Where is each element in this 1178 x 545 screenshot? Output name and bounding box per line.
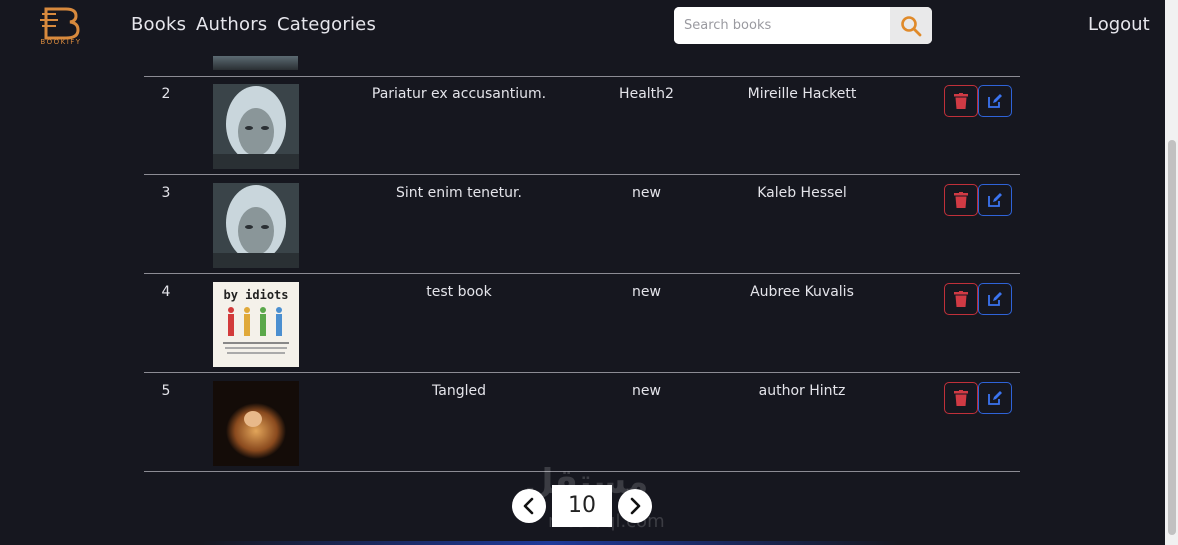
table-row: 4 by idiots test book new Aubree Kuvalis (144, 275, 1020, 373)
row-number: 4 (161, 284, 171, 300)
logout-link[interactable]: Logout (1088, 14, 1150, 35)
nav-books-link[interactable]: Books (131, 14, 186, 35)
book-category: new (632, 284, 661, 300)
book-category: new (632, 383, 661, 399)
book-title: test book (426, 284, 492, 300)
trash-icon (954, 93, 968, 109)
search-bar (674, 7, 932, 44)
book-category: Health2 (619, 86, 674, 102)
bottom-glow (200, 541, 900, 545)
chevron-right-icon (630, 497, 641, 515)
book-author[interactable]: Mireille Hackett (722, 86, 882, 102)
trash-icon (954, 390, 968, 406)
logo-b-icon (40, 7, 80, 40)
book-cover-image (213, 183, 299, 268)
book-author[interactable]: Aubree Kuvalis (722, 284, 882, 300)
book-cover-image (213, 84, 299, 169)
row-number: 3 (161, 185, 171, 201)
book-author[interactable]: author Hintz (722, 383, 882, 399)
edit-icon (988, 94, 1002, 108)
trash-icon (954, 291, 968, 307)
nav-categories-link[interactable]: Categories (277, 14, 376, 35)
delete-button[interactable] (944, 283, 978, 315)
search-icon (901, 15, 922, 36)
book-title: Sint enim tenetur. (396, 185, 522, 201)
bookify-logo[interactable]: BOOKIFY (36, 6, 86, 48)
pagination: 10 (512, 485, 652, 529)
previous-page-button[interactable] (512, 489, 546, 523)
row-number: 5 (161, 383, 171, 399)
table-row: 5 Tangled new author Hintz (144, 374, 1020, 472)
table-row: 3 Sint enim tenetur. new Kaleb Hessel (144, 176, 1020, 274)
next-page-button[interactable] (618, 489, 652, 523)
book-title: Pariatur ex accusantium. (371, 86, 547, 102)
logo-text: BOOKIFY (40, 38, 82, 46)
search-button[interactable] (890, 7, 932, 44)
edit-icon (988, 292, 1002, 306)
book-cover-image (213, 381, 299, 466)
book-cover-image: by idiots (213, 282, 299, 367)
top-navbar: BOOKIFY Books Authors Categories Logout (0, 0, 1165, 56)
edit-button[interactable] (978, 382, 1012, 414)
scrollbar-thumb[interactable] (1168, 140, 1176, 535)
delete-button[interactable] (944, 184, 978, 216)
edit-icon (988, 391, 1002, 405)
nav-authors-link[interactable]: Authors (196, 14, 267, 35)
current-page-number: 10 (552, 485, 612, 527)
edit-button[interactable] (978, 184, 1012, 216)
edit-button[interactable] (978, 85, 1012, 117)
delete-button[interactable] (944, 85, 978, 117)
row-number: 2 (161, 86, 171, 102)
chevron-left-icon (523, 497, 534, 515)
edit-button[interactable] (978, 283, 1012, 315)
book-cover-partial (213, 56, 298, 70)
book-category: new (632, 185, 661, 201)
trash-icon (954, 192, 968, 208)
edit-icon (988, 193, 1002, 207)
search-input[interactable] (674, 7, 889, 44)
delete-button[interactable] (944, 382, 978, 414)
book-author[interactable]: Kaleb Hessel (722, 185, 882, 201)
book-title: Tangled (432, 383, 486, 399)
table-row: 2 Pariatur ex accusantium. Health2 Mirei… (144, 77, 1020, 175)
